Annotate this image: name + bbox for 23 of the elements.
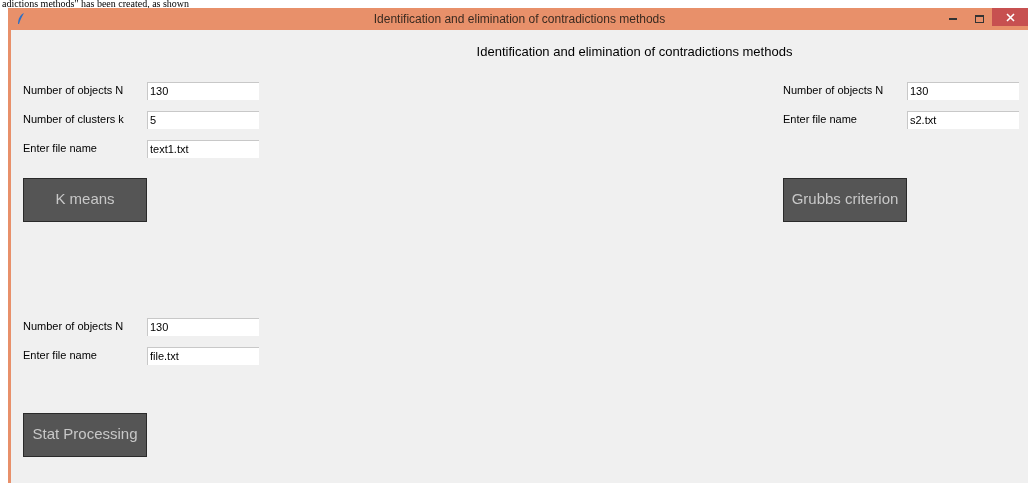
field-label: Enter file name <box>23 348 98 364</box>
page-heading: Identification and elimination of contradictions methods <box>476 43 793 61</box>
action-button[interactable]: Stat Processing <box>23 412 147 457</box>
close-button[interactable] <box>992 8 1028 26</box>
action-button[interactable]: K means <box>23 177 147 222</box>
field-label: Number of clusters k <box>23 112 125 128</box>
input-field[interactable]: text1.txt <box>147 139 259 158</box>
close-icon <box>1005 12 1015 22</box>
input-field[interactable]: s2.txt <box>907 110 1019 129</box>
document-caption: adictions methods" has been created, as shown <box>2 0 190 8</box>
input-field[interactable]: 130 <box>147 81 259 100</box>
input-field[interactable]: 5 <box>147 110 259 129</box>
input-field[interactable]: 130 <box>147 317 259 336</box>
field-label: Number of objects N <box>23 83 125 99</box>
field-label: Number of objects N <box>23 319 125 335</box>
action-button[interactable]: Grubbs criterion <box>783 177 907 222</box>
window-title: Identification and elimination of contradictions methods <box>373 11 666 28</box>
field-label: Enter file name <box>783 112 858 128</box>
input-field[interactable]: 130 <box>907 81 1019 100</box>
field-label: Number of objects N <box>783 83 885 99</box>
input-field[interactable]: file.txt <box>147 346 259 365</box>
feather-icon <box>17 13 25 25</box>
field-label: Enter file name <box>23 141 98 157</box>
